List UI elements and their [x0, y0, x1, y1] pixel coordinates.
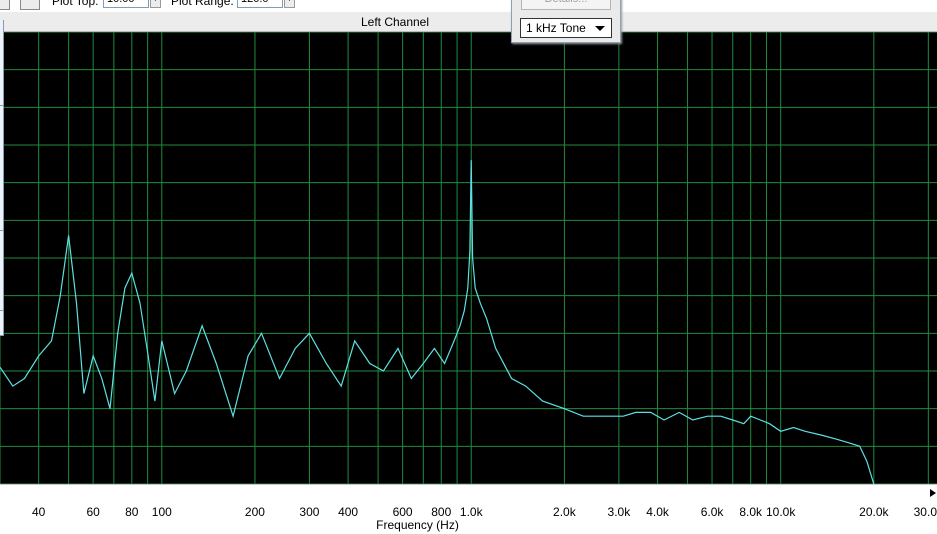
x-tick-label: 1.0k [459, 505, 483, 519]
x-tick-label: 20.0k [859, 505, 889, 519]
x-tick-label: 8.0k [739, 505, 763, 519]
export-icon[interactable] [20, 0, 40, 10]
x-tick-label: 300 [299, 505, 320, 519]
x-tick-label: 100 [151, 505, 172, 519]
spectrum-svg [0, 32, 937, 484]
x-tick-label: 6.0k [700, 505, 724, 519]
plot-top-field[interactable]: 10.00 [103, 0, 149, 8]
plot-range-field[interactable]: 120.0 [237, 0, 283, 8]
panel-tick [0, 105, 3, 106]
x-tick-label: 80 [125, 505, 139, 519]
spectrum-plot [0, 32, 937, 484]
x-tick-label: 10.0k [765, 505, 796, 519]
x-tick-label: 400 [338, 505, 359, 519]
chevron-down-icon [595, 26, 605, 31]
x-axis-label: Frequency (Hz) [376, 518, 459, 532]
side-panel-edge [0, 20, 4, 336]
panel-tick [0, 310, 3, 311]
chart-title: Left Channel [360, 15, 430, 29]
x-tick-label: 40 [31, 505, 46, 519]
details-button[interactable]: Details... [521, 0, 611, 10]
x-tick-label: 4.0k [646, 505, 669, 519]
toolbar-button[interactable] [0, 0, 10, 10]
plot-top-label: Plot Top: [52, 0, 99, 8]
x-tick-label: 60 [86, 505, 100, 519]
x-tick-label: 800 [431, 505, 452, 519]
spectrum-trace [0, 160, 875, 484]
tone-select[interactable]: 1 kHz Tone [520, 18, 612, 38]
plot-range-spinner[interactable]: ▼ [284, 0, 295, 8]
x-tick-label: 200 [244, 505, 265, 519]
plot-top-spinner[interactable]: ▼ [150, 0, 161, 8]
tone-select-value: 1 kHz Tone [526, 21, 586, 35]
x-tick-label: 600 [392, 505, 413, 519]
x-tick-label: 30.0k [913, 505, 937, 519]
x-tick-label: 2.0k [553, 505, 576, 519]
plot-range-label: Plot Range: [171, 0, 234, 8]
toolbar: Plot Top: 10.00 ▼ Plot Range: 120.0 ▼ [0, 0, 937, 12]
panel-tick [0, 230, 3, 231]
x-tick-label: 3.0k [607, 505, 631, 519]
grid [0, 32, 937, 484]
scroll-right-icon[interactable] [929, 488, 937, 498]
tone-panel: Details... 1 kHz Tone [511, 0, 621, 43]
